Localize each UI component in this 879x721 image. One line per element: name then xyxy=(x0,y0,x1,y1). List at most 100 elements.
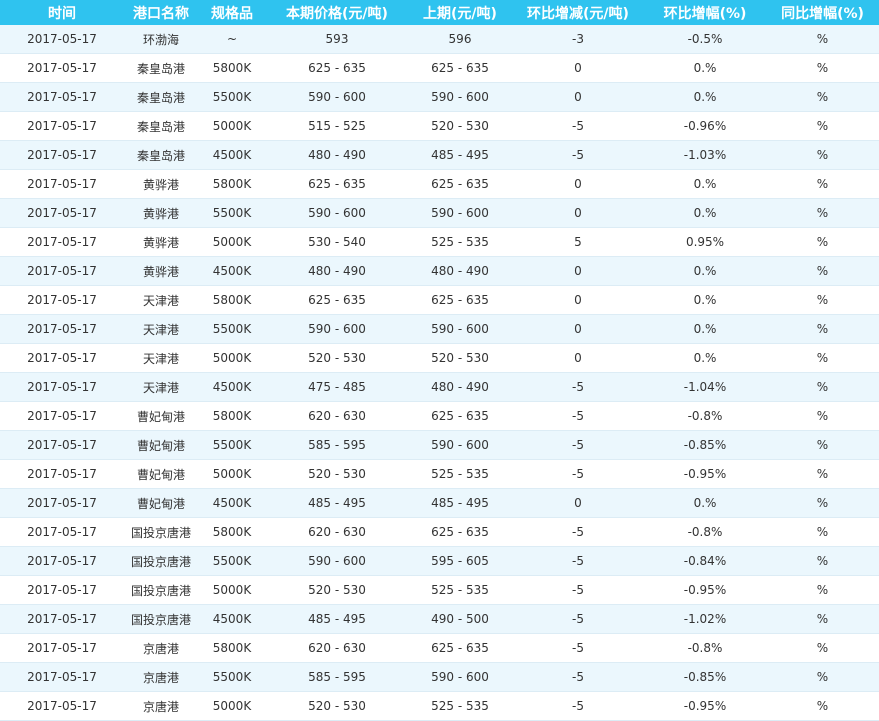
cell-spec: 5500K xyxy=(198,546,266,576)
cell-current-price: 620 - 630 xyxy=(266,633,408,663)
column-header-mom-pct: 环比增幅(%) xyxy=(644,0,766,25)
cell-time: 2017-05-17 xyxy=(0,401,124,431)
cell-mom-pct: -0.96% xyxy=(644,111,766,141)
cell-yoy-pct: % xyxy=(766,546,879,576)
cell-port-name: 天津港 xyxy=(124,372,198,402)
cell-spec: 5000K xyxy=(198,691,266,721)
column-header-current-price: 本期价格(元/吨) xyxy=(266,0,408,25)
cell-time: 2017-05-17 xyxy=(0,633,124,663)
coal-price-table: 时间 港口名称 规格品 本期价格(元/吨) 上期(元/吨) 环比增减(元/吨) 环比增幅(%… xyxy=(0,0,879,721)
column-header-port-name: 港口名称 xyxy=(124,0,198,25)
cell-time: 2017-05-17 xyxy=(0,140,124,170)
cell-spec: 5500K xyxy=(198,430,266,460)
cell-previous-price: 590 - 600 xyxy=(408,198,512,228)
cell-port-name: 黄骅港 xyxy=(124,227,198,257)
cell-previous-price: 625 - 635 xyxy=(408,401,512,431)
cell-spec: 5000K xyxy=(198,227,266,257)
cell-current-price: 480 - 490 xyxy=(266,256,408,286)
cell-time: 2017-05-17 xyxy=(0,343,124,373)
cell-mom-change: -5 xyxy=(512,111,644,141)
table-row: 2017-05-17 曹妃甸港 5500K 585 - 595 590 - 600 -5-… xyxy=(0,430,879,460)
table-row: 2017-05-17 国投京唐港 5000K 520 - 530 525 - 535 -5… xyxy=(0,575,879,605)
table-row: 2017-05-17 国投京唐港 4500K 485 - 495 490 - 500 -5… xyxy=(0,604,879,634)
cell-time: 2017-05-17 xyxy=(0,517,124,547)
cell-current-price: 585 - 595 xyxy=(266,430,408,460)
cell-mom-pct: -1.02% xyxy=(644,604,766,634)
cell-mom-change: 0 xyxy=(512,198,644,228)
cell-current-price: 620 - 630 xyxy=(266,517,408,547)
cell-yoy-pct: % xyxy=(766,198,879,228)
cell-spec: 4500K xyxy=(198,256,266,286)
cell-spec: 5500K xyxy=(198,314,266,344)
cell-yoy-pct: % xyxy=(766,430,879,460)
cell-previous-price: 520 - 530 xyxy=(408,111,512,141)
table-row: 2017-05-17 黄骅港 4500K 480 - 490 480 - 490 0 0.%… xyxy=(0,256,879,286)
cell-port-name: 国投京唐港 xyxy=(124,604,198,634)
cell-time: 2017-05-17 xyxy=(0,546,124,576)
cell-port-name: 黄骅港 xyxy=(124,256,198,286)
cell-mom-pct: 0.% xyxy=(644,343,766,373)
cell-mom-pct: 0.95% xyxy=(644,227,766,257)
cell-mom-change: 0 xyxy=(512,488,644,518)
cell-port-name: 京唐港 xyxy=(124,662,198,692)
cell-previous-price: 525 - 535 xyxy=(408,227,512,257)
cell-time: 2017-05-17 xyxy=(0,227,124,257)
cell-port-name: 天津港 xyxy=(124,314,198,344)
cell-spec: 5500K xyxy=(198,82,266,112)
table-row: 2017-05-17 秦皇岛港 4500K 480 - 490 485 - 495 -5-… xyxy=(0,140,879,170)
cell-previous-price: 590 - 600 xyxy=(408,430,512,460)
table-row: 2017-05-17 天津港 5800K 625 - 635 625 - 635 0 0.%… xyxy=(0,285,879,315)
cell-port-name: 国投京唐港 xyxy=(124,546,198,576)
cell-port-name: 秦皇岛港 xyxy=(124,53,198,83)
cell-port-name: 京唐港 xyxy=(124,691,198,721)
cell-mom-pct: -0.84% xyxy=(644,546,766,576)
cell-port-name: 曹妃甸港 xyxy=(124,401,198,431)
cell-yoy-pct: % xyxy=(766,227,879,257)
cell-time: 2017-05-17 xyxy=(0,256,124,286)
cell-mom-pct: -0.8% xyxy=(644,633,766,663)
cell-time: 2017-05-17 xyxy=(0,662,124,692)
cell-current-price: 585 - 595 xyxy=(266,662,408,692)
cell-time: 2017-05-17 xyxy=(0,198,124,228)
cell-spec: 5000K xyxy=(198,459,266,489)
cell-port-name: 天津港 xyxy=(124,343,198,373)
cell-mom-pct: -0.85% xyxy=(644,430,766,460)
cell-time: 2017-05-17 xyxy=(0,604,124,634)
cell-current-price: 520 - 530 xyxy=(266,459,408,489)
cell-mom-pct: 0.% xyxy=(644,82,766,112)
cell-spec: 5000K xyxy=(198,575,266,605)
table-row: 2017-05-17 黄骅港 5800K 625 - 635 625 - 635 0 0.%… xyxy=(0,169,879,199)
table-row: 2017-05-17 秦皇岛港 5800K 625 - 635 625 - 635 0 0.… xyxy=(0,53,879,83)
cell-previous-price: 625 - 635 xyxy=(408,633,512,663)
cell-mom-change: 0 xyxy=(512,256,644,286)
cell-mom-change: -5 xyxy=(512,140,644,170)
cell-previous-price: 480 - 490 xyxy=(408,372,512,402)
cell-port-name: 京唐港 xyxy=(124,633,198,663)
cell-mom-pct: -0.85% xyxy=(644,662,766,692)
cell-mom-pct: 0.% xyxy=(644,169,766,199)
table-row: 2017-05-17 京唐港 5000K 520 - 530 525 - 535 -5 -0… xyxy=(0,691,879,721)
cell-previous-price: 625 - 635 xyxy=(408,169,512,199)
cell-yoy-pct: % xyxy=(766,140,879,170)
table-row: 2017-05-17 黄骅港 5500K 590 - 600 590 - 600 0 0.%… xyxy=(0,198,879,228)
cell-mom-pct: 0.% xyxy=(644,488,766,518)
cell-current-price: 590 - 600 xyxy=(266,82,408,112)
cell-mom-pct: -1.04% xyxy=(644,372,766,402)
cell-mom-change: 5 xyxy=(512,227,644,257)
column-header-yoy-pct: 同比增幅(%) xyxy=(766,0,879,25)
cell-yoy-pct: % xyxy=(766,82,879,112)
cell-mom-change: -5 xyxy=(512,691,644,721)
cell-current-price: 593 xyxy=(266,25,408,54)
cell-previous-price: 625 - 635 xyxy=(408,285,512,315)
cell-current-price: 485 - 495 xyxy=(266,488,408,518)
cell-yoy-pct: % xyxy=(766,517,879,547)
cell-time: 2017-05-17 xyxy=(0,575,124,605)
cell-time: 2017-05-17 xyxy=(0,111,124,141)
cell-mom-change: 0 xyxy=(512,82,644,112)
cell-mom-pct: 0.% xyxy=(644,53,766,83)
cell-current-price: 475 - 485 xyxy=(266,372,408,402)
cell-current-price: 590 - 600 xyxy=(266,546,408,576)
cell-time: 2017-05-17 xyxy=(0,488,124,518)
cell-yoy-pct: % xyxy=(766,343,879,373)
table-row: 2017-05-17 曹妃甸港 4500K 485 - 495 485 - 495 0 0.… xyxy=(0,488,879,518)
